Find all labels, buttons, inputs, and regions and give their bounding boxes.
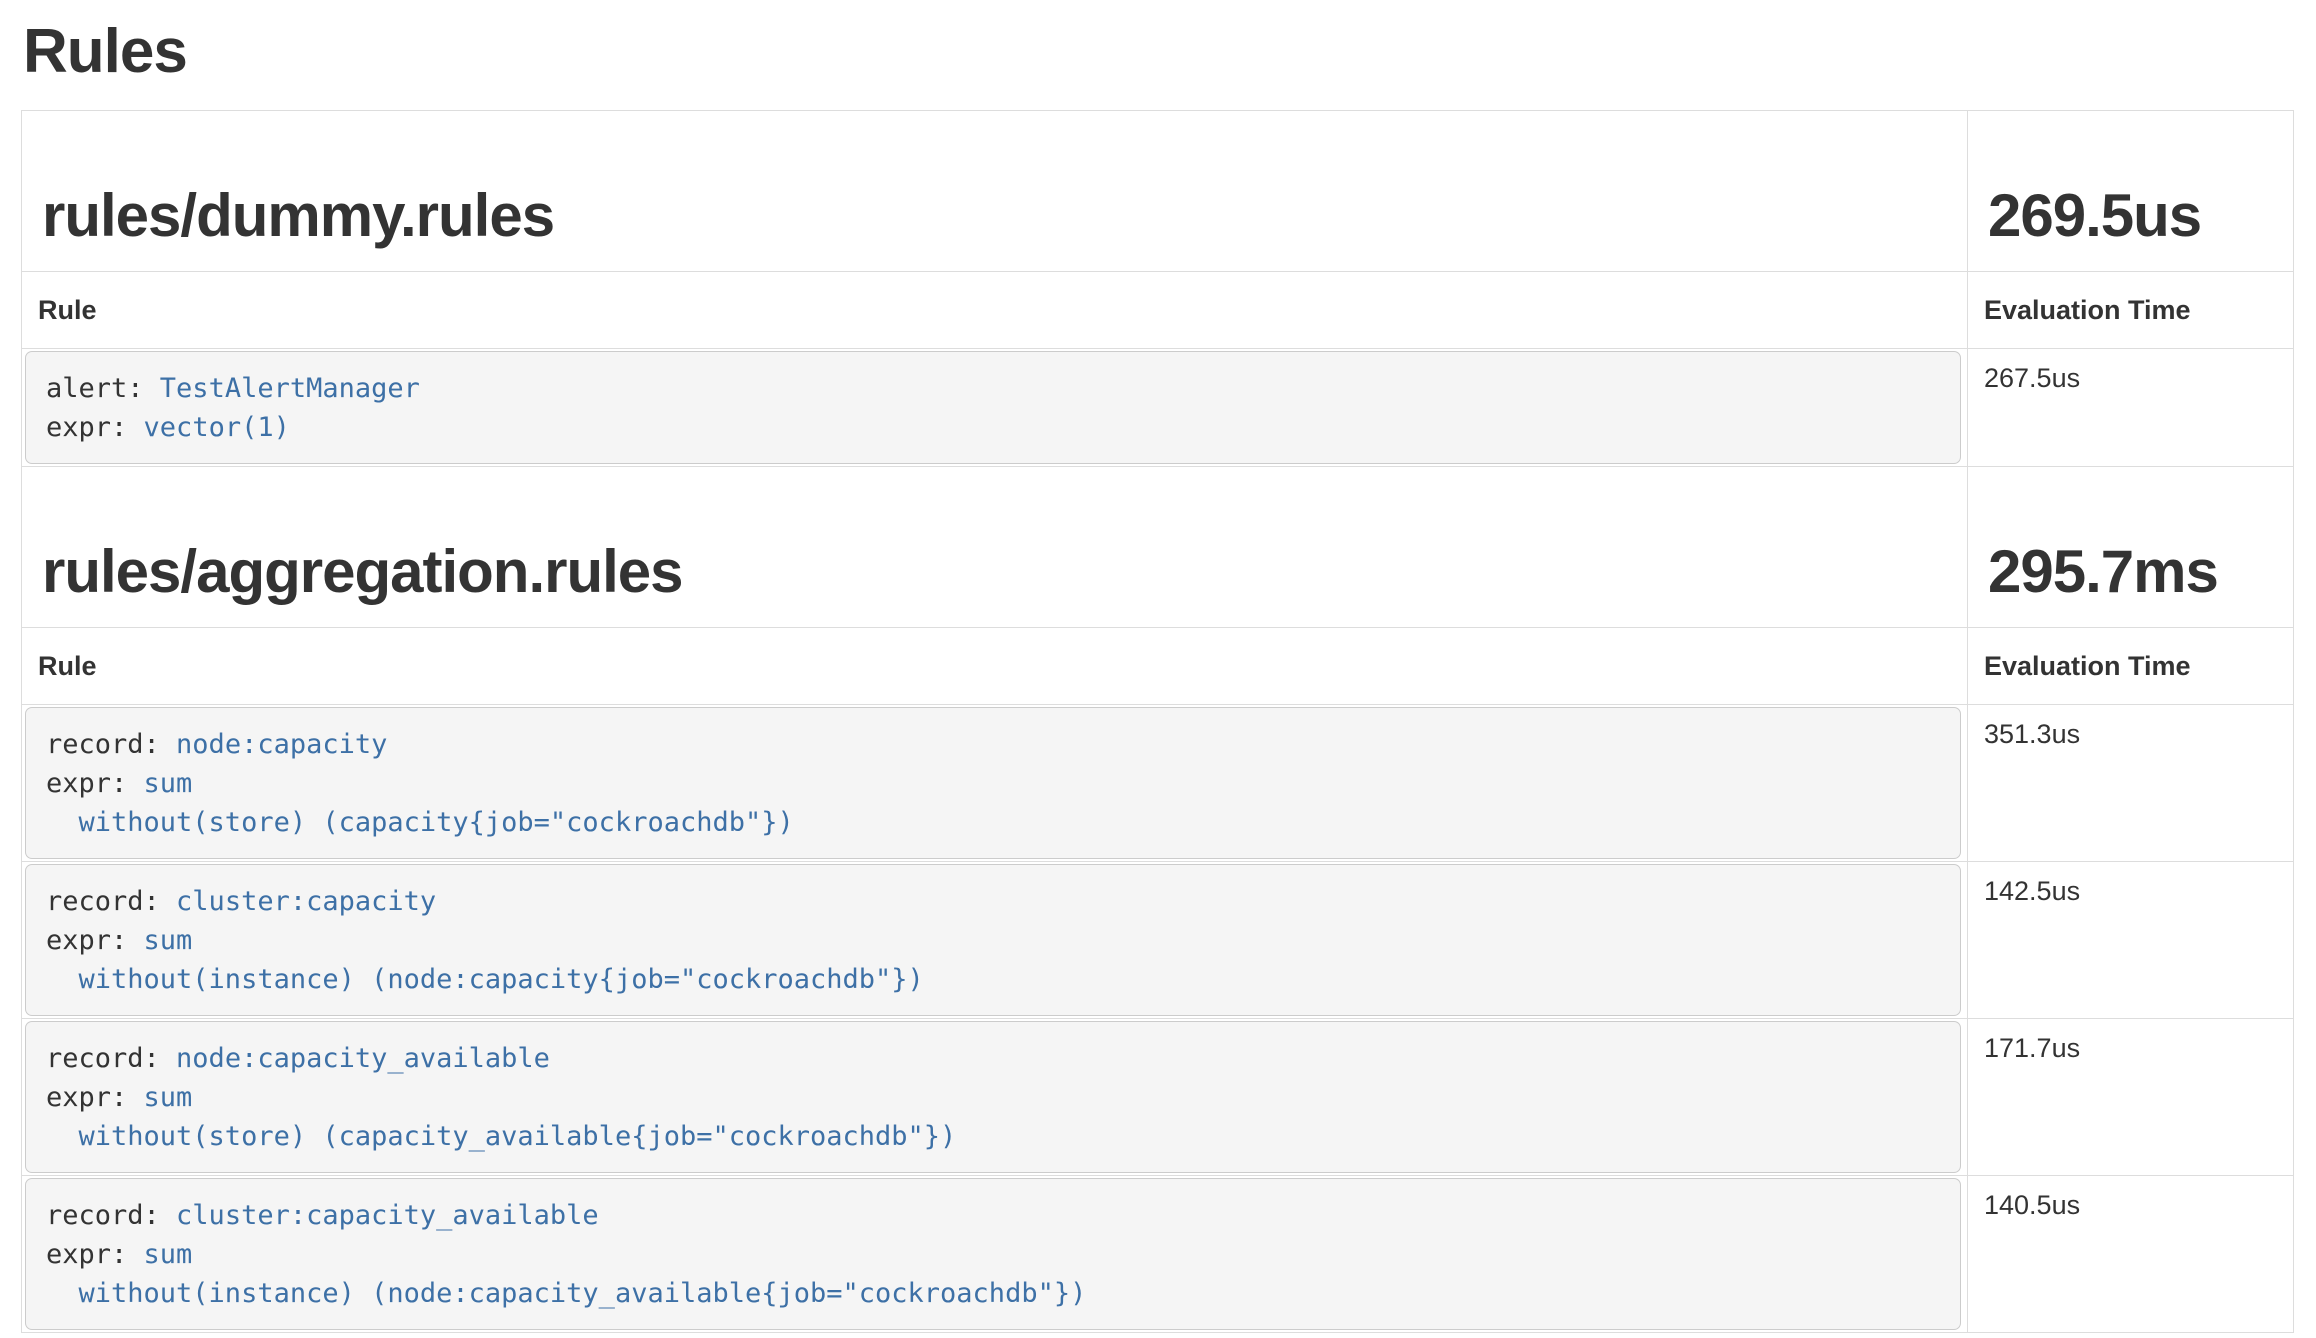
rules-table: rules/dummy.rules 269.5us Rule Evaluatio… bbox=[21, 110, 2294, 1333]
rule-group-header-row: rules/aggregation.rules 295.7ms bbox=[22, 467, 2294, 628]
rule-cell: alert: TestAlertManager expr: vector(1) bbox=[22, 349, 1968, 467]
rule-name-link[interactable]: node:capacity_available bbox=[176, 1043, 550, 1074]
rule-key-alert: alert: bbox=[46, 373, 160, 404]
rule-group-name-cell: rules/aggregation.rules bbox=[22, 467, 1968, 628]
rule-eval-time: 351.3us bbox=[1968, 705, 2294, 862]
rule-group-header-row: rules/dummy.rules 269.5us bbox=[22, 111, 2294, 272]
rule-eval-time: 140.5us bbox=[1968, 1176, 2294, 1333]
rule-column-header: Rule bbox=[22, 628, 1968, 705]
rule-key-record: record: bbox=[46, 729, 176, 760]
rule-expr-link[interactable]: sum bbox=[144, 1239, 193, 1270]
rule-expr-continuation-link[interactable]: without(store) (capacity_available{job="… bbox=[46, 1121, 956, 1152]
rule-expr-continuation-link[interactable]: without(instance) (node:capacity_availab… bbox=[46, 1278, 1086, 1309]
rule-cell: record: cluster:capacity_availableexpr: … bbox=[22, 1176, 1968, 1333]
rule-group-eval-time: 295.7ms bbox=[1988, 538, 2218, 605]
rule-expr-link[interactable]: sum bbox=[144, 925, 193, 956]
rule-group-eval-cell: 269.5us bbox=[1968, 111, 2294, 272]
rule-expr-continuation-link[interactable]: without(store) (capacity{job="cockroachd… bbox=[46, 807, 794, 838]
rule-cell: record: node:capacity expr: sum without(s… bbox=[22, 705, 1968, 862]
rule-name-link[interactable]: cluster:capacity bbox=[176, 886, 436, 917]
rule-eval-time: 142.5us bbox=[1968, 862, 2294, 1019]
page-title: Rules bbox=[23, 16, 2295, 88]
rule-row: record: cluster:capacity_availableexpr: … bbox=[22, 1176, 2294, 1333]
rule-key-expr: expr: bbox=[46, 768, 144, 799]
rule-group-eval-cell: 295.7ms bbox=[1968, 467, 2294, 628]
page-container: Rules rules/dummy.rules 269.5us Rule Eva… bbox=[0, 16, 2316, 1333]
rule-key-record: record: bbox=[46, 1043, 176, 1074]
rule-code: alert: TestAlertManager expr: vector(1) bbox=[25, 351, 1961, 464]
rule-row: record: node:capacity_available expr: sum… bbox=[22, 1019, 2294, 1176]
rule-key-expr: expr: bbox=[46, 925, 144, 956]
rule-name-link[interactable]: cluster:capacity_available bbox=[176, 1200, 599, 1231]
rule-code: record: cluster:capacity_availableexpr: … bbox=[25, 1178, 1961, 1330]
rule-expr-link[interactable]: vector(1) bbox=[144, 412, 290, 443]
rule-expr-link[interactable]: sum bbox=[144, 768, 193, 799]
eval-time-column-header: Evaluation Time bbox=[1968, 272, 2294, 349]
rule-code: record: node:capacity_available expr: sum… bbox=[25, 1021, 1961, 1173]
rule-column-header: Rule bbox=[22, 272, 1968, 349]
rule-group-name-cell: rules/dummy.rules bbox=[22, 111, 1968, 272]
rule-group-name: rules/aggregation.rules bbox=[42, 538, 683, 605]
rule-code: record: cluster:capacity expr: sum withou… bbox=[25, 864, 1961, 1016]
rule-group-eval-time: 269.5us bbox=[1988, 182, 2201, 249]
rule-key-expr: expr: bbox=[46, 412, 144, 443]
rule-row: record: cluster:capacity expr: sum withou… bbox=[22, 862, 2294, 1019]
eval-time-column-header: Evaluation Time bbox=[1968, 628, 2294, 705]
rule-expr-link[interactable]: sum bbox=[144, 1082, 193, 1113]
rule-key-expr: expr: bbox=[46, 1082, 144, 1113]
rule-expr-continuation-link[interactable]: without(instance) (node:capacity{job="co… bbox=[46, 964, 924, 995]
rule-code: record: node:capacity expr: sum without(s… bbox=[25, 707, 1961, 859]
rule-key-record: record: bbox=[46, 1200, 176, 1231]
rule-key-expr: expr: bbox=[46, 1239, 144, 1270]
rule-cell: record: cluster:capacity expr: sum withou… bbox=[22, 862, 1968, 1019]
column-header-row: Rule Evaluation Time bbox=[22, 628, 2294, 705]
rule-name-link[interactable]: node:capacity bbox=[176, 729, 387, 760]
rule-row: record: node:capacity expr: sum without(s… bbox=[22, 705, 2294, 862]
rule-group-name: rules/dummy.rules bbox=[42, 182, 554, 249]
rule-eval-time: 267.5us bbox=[1968, 349, 2294, 467]
rule-eval-time: 171.7us bbox=[1968, 1019, 2294, 1176]
rule-name-link[interactable]: TestAlertManager bbox=[160, 373, 420, 404]
rule-key-record: record: bbox=[46, 886, 176, 917]
rule-cell: record: node:capacity_available expr: sum… bbox=[22, 1019, 1968, 1176]
column-header-row: Rule Evaluation Time bbox=[22, 272, 2294, 349]
rule-row: alert: TestAlertManager expr: vector(1) 2… bbox=[22, 349, 2294, 467]
